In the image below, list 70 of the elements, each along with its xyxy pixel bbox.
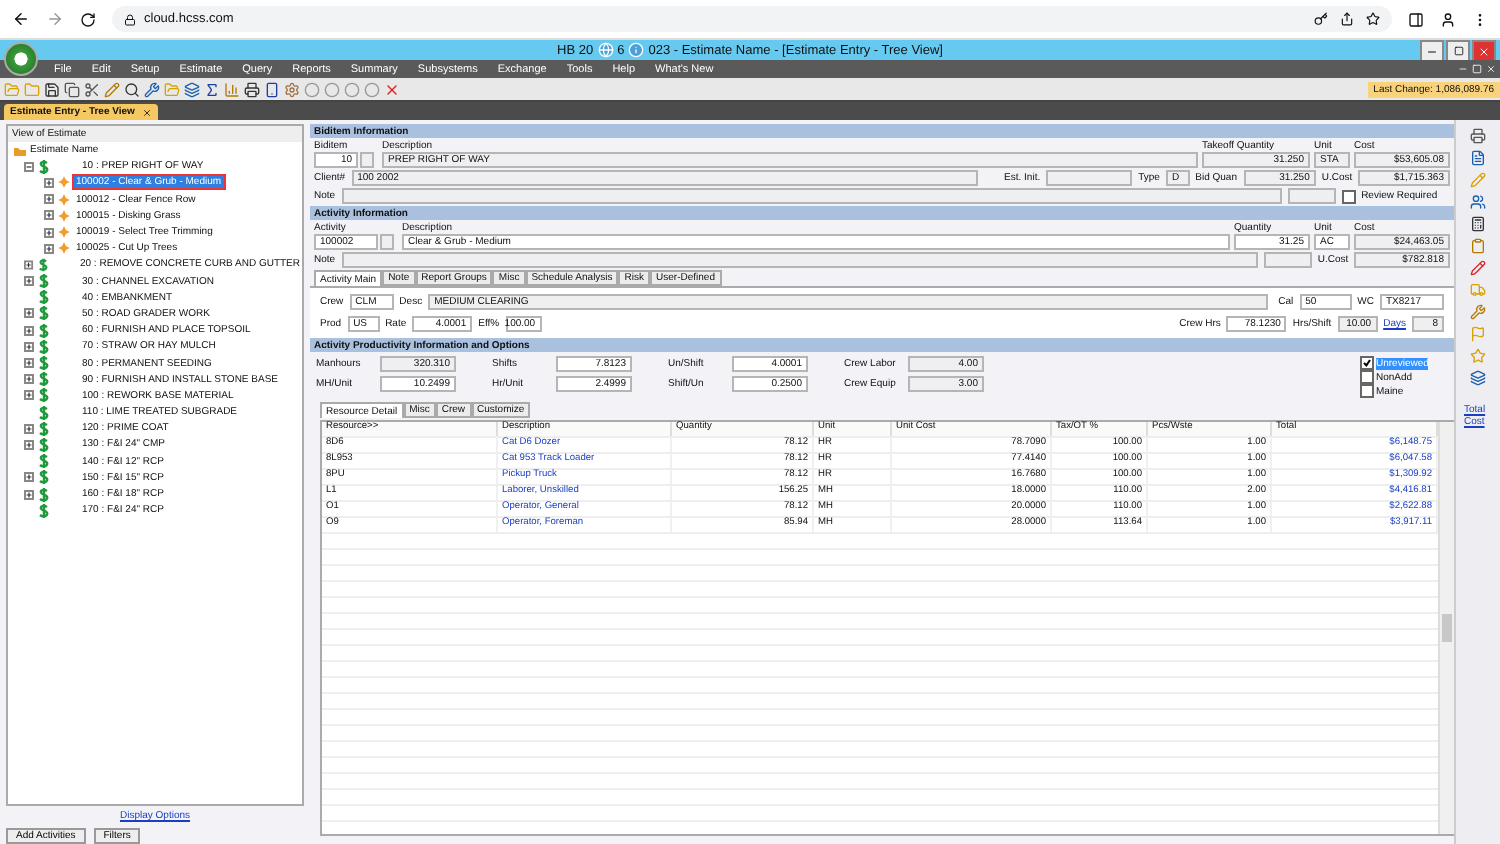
checkbox[interactable] (1360, 356, 1374, 370)
scissors-icon[interactable] (84, 81, 100, 97)
collapse-icon[interactable] (24, 161, 34, 172)
key-icon[interactable] (1314, 12, 1328, 26)
expand-icon[interactable] (24, 358, 34, 369)
expand-icon[interactable] (24, 489, 34, 500)
gear-icon[interactable] (284, 81, 300, 97)
close-icon (1478, 45, 1490, 57)
people-icon[interactable] (1470, 194, 1486, 210)
close-button[interactable] (1472, 40, 1496, 62)
info-icon[interactable] (628, 42, 645, 58)
search-icon[interactable] (124, 81, 140, 97)
phone-icon[interactable] (264, 81, 280, 97)
star-icon[interactable] (1366, 12, 1380, 26)
initials-field[interactable] (1046, 170, 1133, 186)
share-icon[interactable] (1340, 12, 1354, 26)
printer-icon[interactable] (1470, 128, 1486, 144)
app-logo (4, 42, 38, 76)
minimize-button[interactable] (1420, 40, 1444, 62)
expand-icon[interactable] (44, 194, 54, 205)
checkbox[interactable] (1360, 384, 1374, 398)
close-icon[interactable] (384, 81, 400, 97)
pencil-icon[interactable] (1470, 260, 1486, 276)
expand-icon[interactable] (44, 227, 54, 238)
dollar-icon (38, 159, 50, 174)
expand-icon[interactable] (24, 374, 34, 385)
clipboard-icon[interactable] (1470, 238, 1486, 254)
burst-icon (58, 176, 70, 189)
expand-icon[interactable] (24, 259, 34, 270)
scrollbar[interactable] (1438, 422, 1454, 834)
note-field[interactable] (341, 252, 1258, 268)
wrench-icon[interactable] (144, 81, 160, 97)
sigma-icon[interactable] (204, 81, 220, 97)
layers-icon[interactable] (184, 81, 200, 97)
expand-icon[interactable] (24, 276, 34, 287)
copy-icon[interactable] (64, 81, 80, 97)
star-icon[interactable] (1470, 348, 1486, 364)
expand-icon[interactable] (24, 325, 34, 336)
expand-icon[interactable] (44, 243, 54, 254)
save-icon[interactable] (44, 81, 60, 97)
expand-icon[interactable] (44, 177, 54, 188)
back-icon[interactable] (12, 10, 30, 28)
expand-icon[interactable] (24, 308, 34, 319)
document-icon[interactable] (1470, 150, 1486, 166)
burst-icon (58, 226, 70, 239)
expand-icon[interactable] (24, 390, 34, 401)
reload-icon[interactable] (80, 11, 96, 27)
calculator-icon[interactable] (1470, 216, 1486, 232)
note-field[interactable] (341, 188, 1282, 204)
review-checkbox[interactable] (1341, 189, 1356, 203)
minimize-icon[interactable] (1458, 64, 1468, 74)
printer-icon[interactable] (244, 81, 260, 97)
lock-icon (124, 13, 136, 25)
expand-icon[interactable] (24, 423, 34, 434)
expand-icon[interactable] (24, 341, 34, 352)
burst-icon (58, 242, 70, 255)
restore-button[interactable] (1446, 40, 1470, 62)
side-panel-icon[interactable] (1408, 11, 1424, 27)
minimize-icon (1426, 45, 1438, 57)
expand-icon[interactable] (24, 472, 34, 483)
expand-icon[interactable] (24, 439, 34, 450)
layers-icon[interactable] (1470, 370, 1486, 386)
forward-icon[interactable] (46, 10, 64, 28)
profile-icon[interactable] (1440, 11, 1456, 27)
expand-icon[interactable] (44, 210, 54, 221)
burst-icon (58, 209, 70, 222)
burst-icon (58, 193, 70, 206)
globe-icon[interactable] (597, 42, 614, 58)
checkbox[interactable] (1360, 370, 1374, 384)
wrench-icon[interactable] (1470, 304, 1486, 320)
